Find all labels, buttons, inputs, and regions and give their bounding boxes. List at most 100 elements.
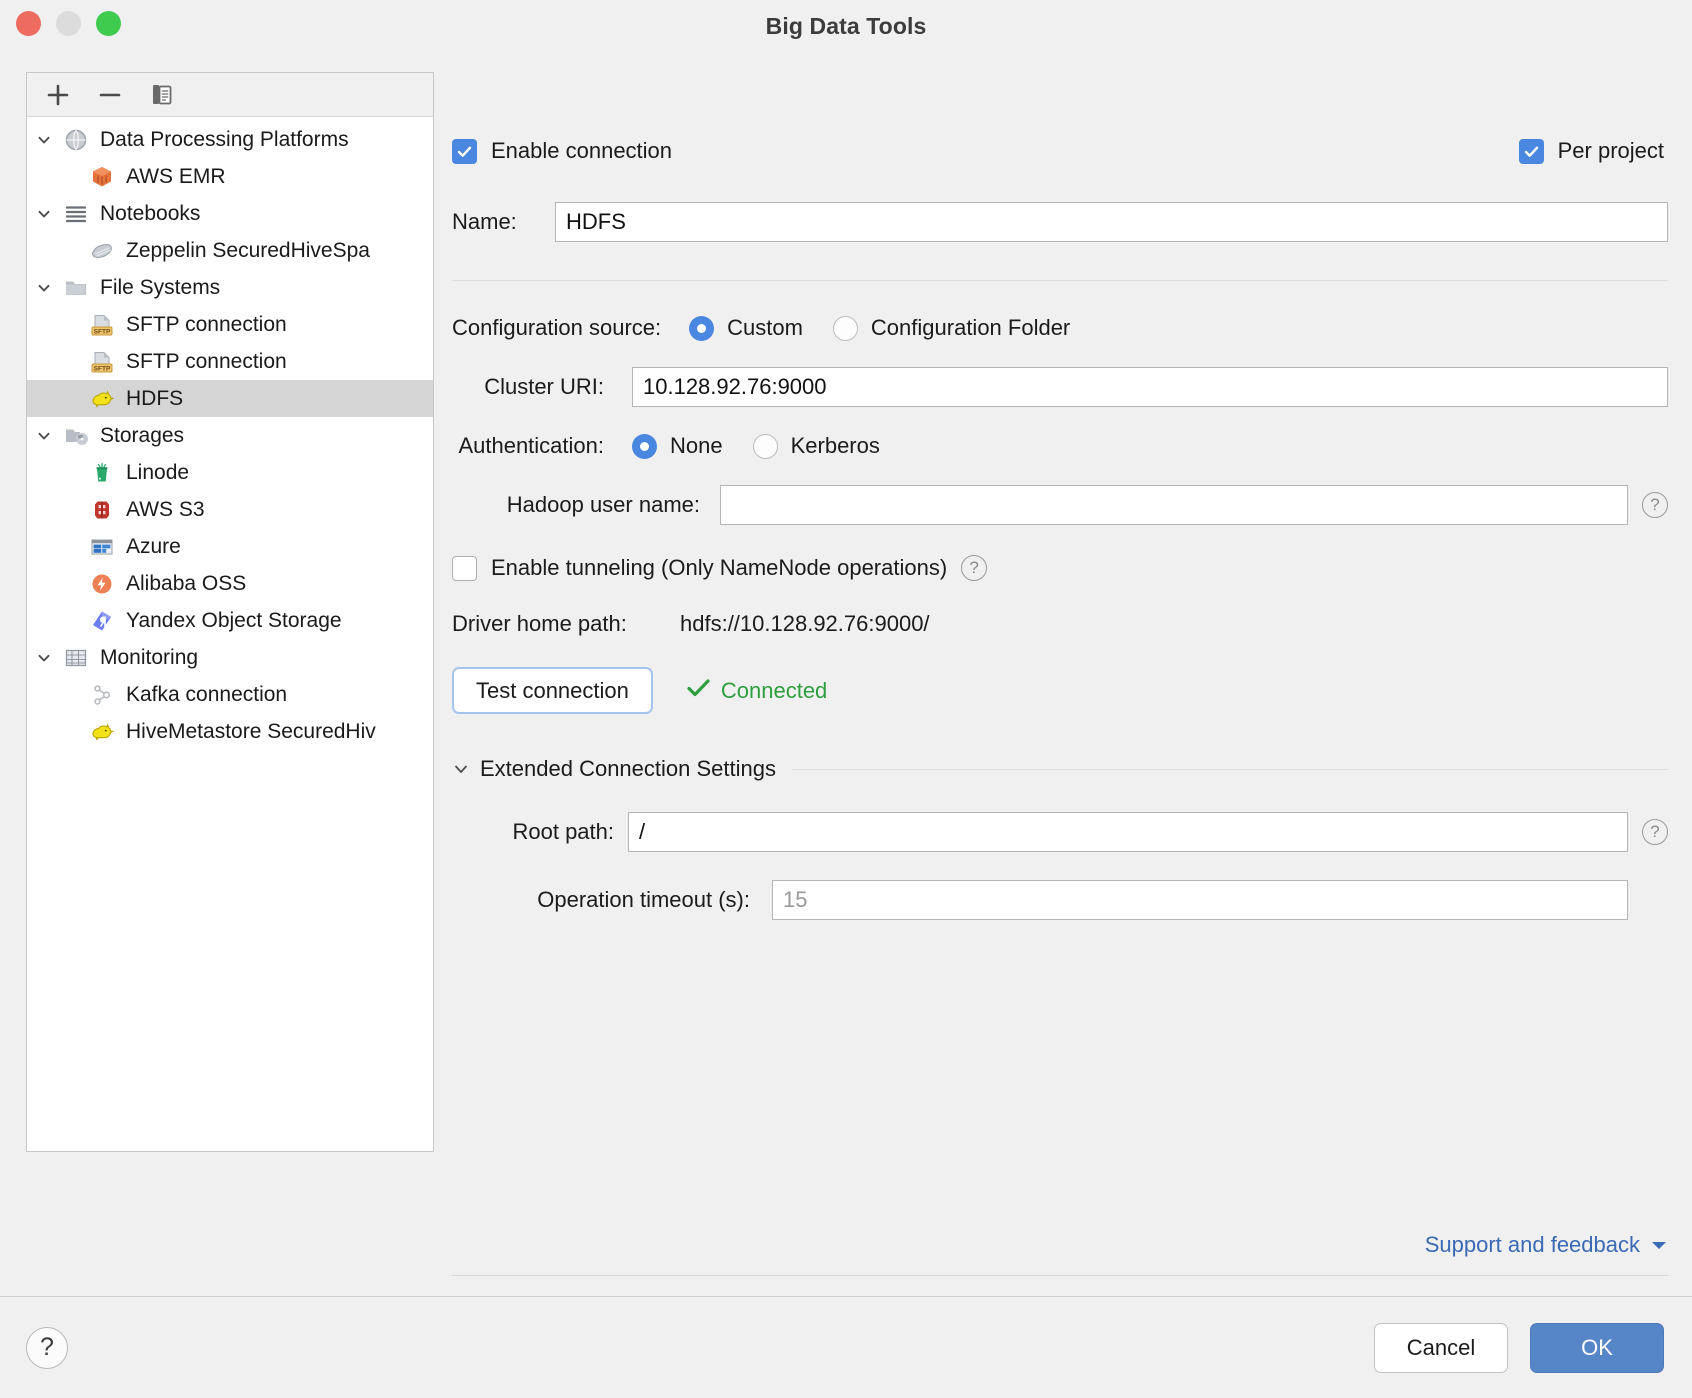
zoom-button[interactable]	[96, 11, 121, 36]
cancel-button[interactable]: Cancel	[1374, 1323, 1508, 1373]
sidebar-item-label: SFTP connection	[126, 350, 287, 374]
sidebar-item-alibaba-oss[interactable]: Alibaba OSS	[27, 565, 433, 602]
checkbox-checked-icon[interactable]	[1519, 139, 1544, 164]
connection-status-text: Connected	[721, 678, 827, 704]
title-bar: Big Data Tools	[0, 0, 1692, 52]
chevron-down-icon[interactable]	[1650, 1239, 1668, 1251]
enable-tunneling-row[interactable]: Enable tunneling (Only NameNode operatio…	[452, 555, 1668, 581]
help-button[interactable]: ?	[26, 1327, 68, 1369]
svg-text:SFTP: SFTP	[94, 328, 111, 335]
per-project-checkbox[interactable]: Per project	[1519, 138, 1664, 164]
sidebar-item-yandex-object-storage[interactable]: Yandex Object Storage	[27, 602, 433, 639]
sidebar-item-label: Monitoring	[100, 646, 198, 670]
sidebar-item-storages[interactable]: Storages	[27, 417, 433, 454]
extended-settings-header[interactable]: Extended Connection Settings	[452, 756, 1668, 782]
chevron-down-icon[interactable]	[27, 279, 61, 297]
radio-none-label: None	[670, 433, 723, 459]
table-icon	[61, 645, 91, 671]
window-title: Big Data Tools	[766, 13, 927, 40]
help-icon[interactable]: ?	[961, 555, 987, 581]
sidebar-item-label: AWS S3	[126, 498, 205, 522]
yandex-icon	[87, 608, 117, 634]
remove-button[interactable]	[95, 80, 125, 110]
add-button[interactable]	[43, 80, 73, 110]
sidebar-toolbar	[27, 73, 433, 117]
sidebar-item-label: Storages	[100, 424, 184, 448]
support-and-feedback[interactable]: Support and feedback	[1425, 1232, 1668, 1258]
sidebar-item-label: HiveMetastore SecuredHiv	[126, 720, 376, 744]
chevron-down-icon[interactable]	[27, 649, 61, 667]
sidebar-item-label: SFTP connection	[126, 313, 287, 337]
sidebar-item-sftp-connection[interactable]: SFTP SFTP connection	[27, 306, 433, 343]
test-connection-button[interactable]: Test connection	[452, 667, 653, 714]
per-project-label: Per project	[1558, 138, 1664, 164]
kafka-icon	[87, 682, 117, 708]
radio-kerberos[interactable]	[753, 434, 778, 459]
root-path-label: Root path:	[452, 819, 628, 845]
sidebar-item-monitoring[interactable]: Monitoring	[27, 639, 433, 676]
driver-home-path-value: hdfs://10.128.92.76:9000/	[680, 611, 930, 637]
sidebar-item-sftp-connection[interactable]: SFTPSFTP connection	[27, 343, 433, 380]
cluster-uri-label: Cluster URI:	[452, 374, 632, 400]
sidebar-item-notebooks[interactable]: Notebooks	[27, 195, 433, 232]
sidebar-item-file-systems[interactable]: File Systems	[27, 269, 433, 306]
sidebar-item-data-processing-platforms[interactable]: Data Processing Platforms	[27, 121, 433, 158]
sidebar-item-label: File Systems	[100, 276, 220, 300]
ok-button[interactable]: OK	[1530, 1323, 1664, 1373]
hadoop-user-name-label: Hadoop user name:	[452, 492, 720, 518]
radio-none[interactable]	[632, 434, 657, 459]
sidebar-item-label: Zeppelin SecuredHiveSpa	[126, 239, 370, 263]
sidebar-item-label: Alibaba OSS	[126, 572, 246, 596]
support-and-feedback-link[interactable]: Support and feedback	[1425, 1232, 1640, 1258]
enable-connection-label: Enable connection	[491, 138, 672, 164]
aws-emr-icon	[87, 164, 117, 190]
chevron-down-icon[interactable]	[27, 131, 61, 149]
connections-tree[interactable]: Data Processing Platforms AWS EMR Notebook…	[27, 117, 433, 1151]
radio-configuration-folder-label: Configuration Folder	[871, 315, 1070, 341]
sidebar-item-label: HDFS	[126, 387, 183, 411]
sidebar-item-label: Kafka connection	[126, 683, 287, 707]
enable-connection-checkbox[interactable]: Enable connection	[452, 138, 672, 164]
help-icon[interactable]: ?	[1642, 819, 1668, 845]
checkbox-unchecked-icon[interactable]	[452, 556, 477, 581]
chevron-down-icon[interactable]	[452, 760, 470, 778]
hadoop-user-name-row: Hadoop user name: ?	[452, 485, 1668, 525]
sftp-icon: SFTP	[87, 312, 117, 338]
radio-configuration-folder[interactable]	[833, 316, 858, 341]
minimize-button[interactable]	[56, 11, 81, 36]
globe-icon	[61, 127, 91, 153]
sidebar-item-hivemetastore-securedhiv[interactable]: HiveMetastore SecuredHiv	[27, 713, 433, 750]
root-path-input[interactable]: /	[628, 812, 1628, 852]
sidebar-item-azure[interactable]: Azure	[27, 528, 433, 565]
extended-settings-title: Extended Connection Settings	[480, 756, 776, 782]
sidebar-item-aws-s3[interactable]: AWS S3	[27, 491, 433, 528]
copy-icon[interactable]	[147, 80, 177, 110]
operation-timeout-row: Operation timeout (s): 15	[452, 880, 1668, 920]
panel-bottom-divider	[452, 1275, 1668, 1276]
operation-timeout-input[interactable]: 15	[772, 880, 1628, 920]
sidebar-item-linode[interactable]: Linode	[27, 454, 433, 491]
folder-icon	[61, 275, 91, 301]
radio-custom-label: Custom	[727, 315, 803, 341]
sidebar-item-label: Data Processing Platforms	[100, 128, 349, 152]
sidebar-item-label: Notebooks	[100, 202, 200, 226]
cluster-uri-row: Cluster URI: 10.128.92.76:9000	[452, 367, 1668, 407]
sidebar-item-hdfs[interactable]: HDFS	[27, 380, 433, 417]
authentication-row: Authentication: None Kerberos	[452, 433, 1668, 459]
sidebar-item-kafka-connection[interactable]: Kafka connection	[27, 676, 433, 713]
name-input[interactable]: HDFS	[555, 202, 1668, 242]
chevron-down-icon[interactable]	[27, 205, 61, 223]
cluster-uri-input[interactable]: 10.128.92.76:9000	[632, 367, 1668, 407]
radio-custom[interactable]	[689, 316, 714, 341]
help-icon[interactable]: ?	[1642, 492, 1668, 518]
connection-settings-panel: Enable connection Per project Name: HDFS…	[452, 72, 1668, 1296]
azure-icon	[87, 534, 117, 560]
window-controls	[16, 11, 121, 36]
sidebar-item-zeppelin-securedhivespa[interactable]: Zeppelin SecuredHiveSpa	[27, 232, 433, 269]
checkbox-checked-icon[interactable]	[452, 139, 477, 164]
close-button[interactable]	[16, 11, 41, 36]
sidebar-item-aws-emr[interactable]: AWS EMR	[27, 158, 433, 195]
hadoop-user-name-input[interactable]	[720, 485, 1628, 525]
driver-home-path-label: Driver home path:	[452, 611, 680, 637]
chevron-down-icon[interactable]	[27, 427, 61, 445]
